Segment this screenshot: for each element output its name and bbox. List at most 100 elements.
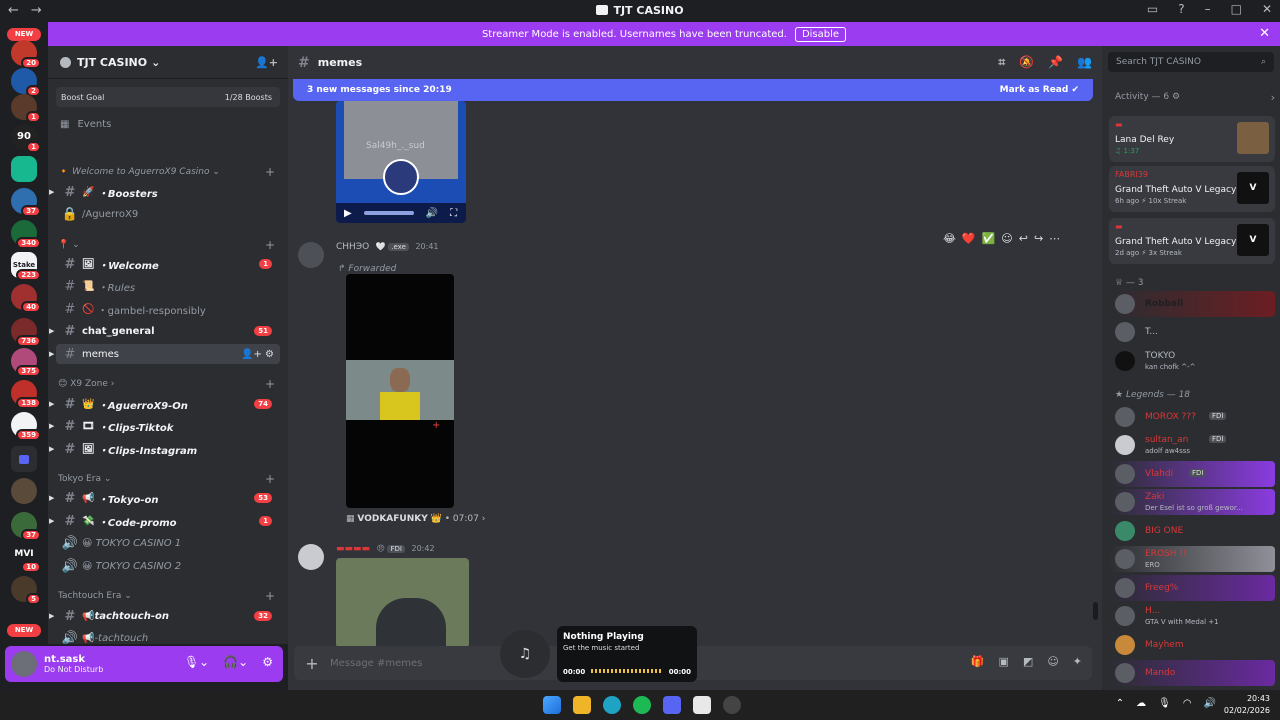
edge-icon[interactable] <box>603 696 621 714</box>
category-x9zone[interactable]: 😊 X9 Zone › + <box>58 377 275 391</box>
server-icon[interactable]: 359 <box>11 412 41 441</box>
minimize-button[interactable]: – <box>1205 2 1211 16</box>
mark-as-read-button[interactable]: Mark as Read ✔ <box>1000 85 1079 95</box>
apps-icon[interactable]: ✦ <box>1073 655 1082 668</box>
category-tokyo[interactable]: Tokyo Era ⌄ + <box>58 472 275 486</box>
gear-icon[interactable]: ⚙ <box>262 655 273 669</box>
server-icon[interactable]: 2 <box>11 68 41 97</box>
music-player-button[interactable]: ♫ <box>500 630 550 678</box>
reaction-laugh-icon[interactable]: 😂 <box>943 232 956 245</box>
server-icon[interactable]: 138 <box>11 380 41 409</box>
inbox-icon[interactable]: ▭ <box>1147 2 1158 16</box>
reaction-check-icon[interactable]: ✅ <box>982 232 996 245</box>
volume-icon[interactable]: 🔊 <box>426 208 438 219</box>
server-icon[interactable]: 1 <box>11 94 41 123</box>
events-item[interactable]: ▦ Events <box>60 119 288 130</box>
add-channel-icon[interactable]: + <box>265 472 275 486</box>
member-item[interactable]: Zaki Der Esel ist so groß gewor... <box>1109 489 1275 515</box>
server-icon[interactable]: 5 <box>11 576 41 605</box>
fullscreen-icon[interactable]: ⛶ <box>450 208 457 219</box>
channel-gambel-responsibly[interactable]: # 🚫 ・gambel-responsibly <box>56 299 280 319</box>
file-explorer-icon[interactable] <box>573 696 591 714</box>
channel-welcome[interactable]: # 🖼 ・Welcome 1 <box>56 254 280 274</box>
sticker-icon[interactable]: ◩ <box>1023 655 1033 668</box>
mute-mic-icon[interactable]: 🎙⌄ <box>184 655 209 669</box>
invite-icon[interactable]: 👤+ <box>255 56 278 69</box>
message-input[interactable]: Message #memes <box>330 658 422 669</box>
reaction-heart-icon[interactable]: ❤️ <box>962 232 976 245</box>
server-icon[interactable]: Stake 223 <box>11 252 41 281</box>
channel-clips-tiktok[interactable]: ▶ # 🎞 ・Clips-Tiktok <box>49 416 280 436</box>
gift-icon[interactable]: 🎁 <box>971 655 985 668</box>
spotify-icon[interactable] <box>633 696 651 714</box>
channel-memes[interactable]: ▶ # memes 👤+ ⚙ <box>49 344 280 364</box>
member-item[interactable]: Mando <box>1109 660 1275 686</box>
guild-header[interactable]: TJT CASINO ⌄ 👤+ <box>48 46 288 79</box>
maximize-button[interactable]: □ <box>1231 2 1242 16</box>
server-icon[interactable]: 736 <box>11 318 41 347</box>
new-pill-bottom[interactable]: NEW <box>7 624 41 637</box>
member-item[interactable]: Vlahdi FDI <box>1109 461 1275 487</box>
channel-code-promo[interactable]: ▶ # 💸 ・Code-promo 1 <box>49 511 280 531</box>
more-icon[interactable]: ⋯ <box>1049 232 1060 245</box>
discord-icon[interactable] <box>663 696 681 714</box>
voice-tokyo-casino-2[interactable]: 🔊 😀 TOKYO CASINO 2 <box>56 556 280 576</box>
message-image[interactable] <box>336 558 469 648</box>
channel-rules[interactable]: # 📜 ・Rules <box>56 276 280 296</box>
forward-source[interactable]: ▦ VODKAFUNKY 👑 • 07:07 › <box>346 514 485 524</box>
forward-icon[interactable]: ↪ <box>1034 232 1043 245</box>
server-icon[interactable]: 40 <box>11 284 41 313</box>
network-icon[interactable]: ☁ <box>1136 698 1146 709</box>
threads-icon[interactable]: ⌗ <box>998 55 1005 70</box>
windows-start-icon[interactable] <box>543 696 561 714</box>
member-item[interactable]: Freeg% <box>1109 575 1275 601</box>
member-item[interactable]: sultan_an FDI adolf aw4sss <box>1109 432 1275 458</box>
volume-icon[interactable]: 🔊 <box>1204 698 1216 709</box>
app-icon[interactable] <box>723 696 741 714</box>
channel-aguerrox9-on[interactable]: ▶ # 👑 ・AguerroX9-On 74 <box>49 394 280 414</box>
store-icon[interactable] <box>693 696 711 714</box>
folder-icon[interactable] <box>11 446 37 472</box>
channel-boosters[interactable]: ▶ # 🚀 ・Boosters <box>49 182 280 202</box>
gif-icon[interactable]: ▣ <box>999 655 1009 668</box>
category-unnamed[interactable]: 📍 ⌄ + <box>58 238 275 252</box>
channel-settings-icons[interactable]: 👤+ ⚙ <box>241 349 274 360</box>
message-author[interactable]: СННЭО <box>336 242 369 252</box>
member-item[interactable]: TOKYO kan chofk ^-^ <box>1109 348 1275 374</box>
reply-icon[interactable]: ↩ <box>1019 232 1028 245</box>
member-item[interactable]: T... <box>1109 319 1275 345</box>
channel-tokyo-on[interactable]: ▶ # 📢 ・Tokyo-on 53 <box>49 488 280 508</box>
upload-plus-icon[interactable]: + <box>294 654 330 673</box>
notification-bell-icon[interactable]: 🔕 <box>1019 55 1034 70</box>
microphone-icon[interactable]: 🎙 <box>1158 698 1171 709</box>
member-item[interactable]: BIG ONE <box>1109 518 1275 544</box>
avatar[interactable] <box>11 651 37 677</box>
member-item[interactable]: Robball <box>1109 291 1275 317</box>
close-icon[interactable]: ✕ <box>1259 26 1270 41</box>
server-icon[interactable]: 20 <box>11 40 41 69</box>
video-progress-bar[interactable] <box>363 211 414 215</box>
category-welcome[interactable]: 🔸 Welcome to AguerroX9 Casino ⌄ + <box>58 165 275 179</box>
category-tachtouch[interactable]: Tachtouch Era ⌄ + <box>58 589 275 603</box>
server-icon[interactable]: 375 <box>11 348 41 377</box>
server-icon[interactable]: 340 <box>11 220 41 249</box>
disable-streamer-button[interactable]: Disable <box>794 26 847 42</box>
server-icon[interactable]: 37 <box>11 512 41 541</box>
close-window-button[interactable]: ✕ <box>1262 2 1272 16</box>
chevron-up-icon[interactable]: ⌃ <box>1116 698 1124 709</box>
new-messages-bar[interactable]: 3 new messages since 20:19 Mark as Read … <box>293 79 1093 101</box>
search-input[interactable]: Search TJT CASINO ⌕ <box>1108 52 1274 72</box>
clock[interactable]: 20:43 02/02/2026 <box>1224 693 1270 717</box>
server-icon[interactable]: 90 1 <box>11 124 41 153</box>
server-icon[interactable]: 37 <box>11 188 41 217</box>
add-reaction-icon[interactable]: ☺ <box>1001 232 1012 245</box>
add-channel-icon[interactable]: + <box>265 377 275 391</box>
add-channel-icon[interactable]: + <box>265 165 275 179</box>
activity-header[interactable]: Activity — 6 ⚙ › <box>1115 91 1275 104</box>
play-icon[interactable]: ▶ <box>344 208 352 219</box>
deafen-icon[interactable]: 🎧⌄ <box>223 655 248 669</box>
member-item[interactable]: EROSH !! ERO <box>1109 546 1275 572</box>
server-icon[interactable] <box>11 478 37 504</box>
boost-goal[interactable]: Boost Goal 1/28 Boosts <box>56 87 280 107</box>
channel-clips-instagram[interactable]: ▶ # 🖼 ・Clips-Instagram <box>49 439 280 459</box>
